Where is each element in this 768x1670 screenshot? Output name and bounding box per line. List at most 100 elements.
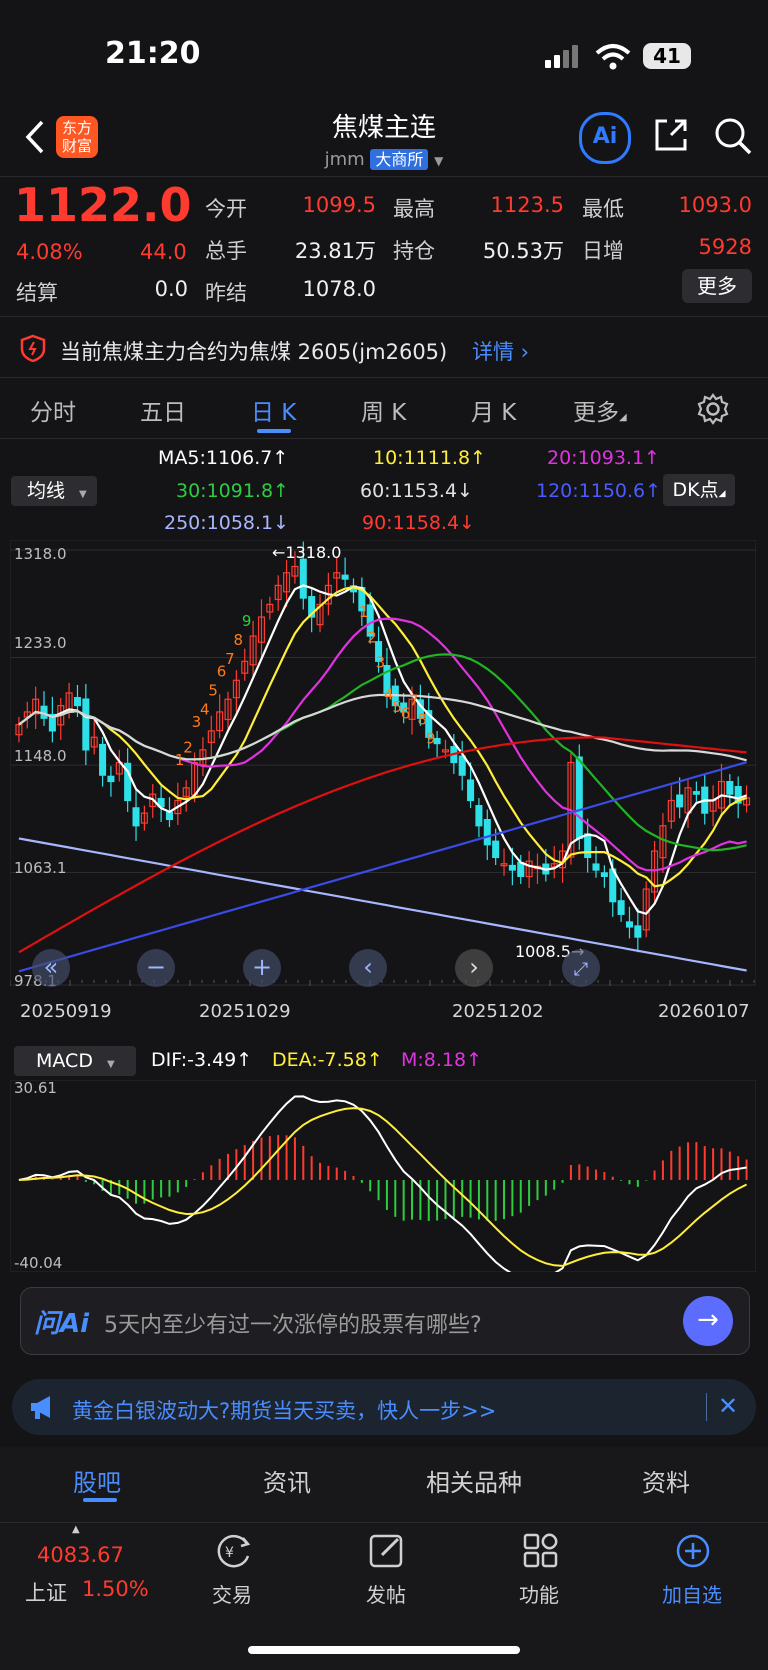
open-label: 今开 bbox=[205, 197, 247, 221]
y-label-4: 1063.1 bbox=[14, 859, 67, 877]
caret-icon: ◢ bbox=[718, 489, 726, 499]
status-bar: 21:20 41 bbox=[0, 0, 768, 100]
candle bbox=[467, 779, 475, 802]
index-percent[interactable]: 1.50% bbox=[82, 1577, 149, 1601]
tab-daily-k[interactable]: 日 K bbox=[251, 393, 296, 427]
ai-button[interactable]: Ai bbox=[579, 112, 631, 164]
ma30-value: 30:1091.8↑ bbox=[176, 480, 289, 502]
macd-top-label: 30.61 bbox=[14, 1079, 57, 1097]
fullscreen-button[interactable]: ⤢ bbox=[562, 949, 600, 987]
index-value[interactable]: 4083.67 bbox=[37, 1543, 124, 1567]
td-down-label: 1 bbox=[359, 603, 369, 621]
candle bbox=[517, 861, 525, 877]
trade-icon[interactable]: ¥ bbox=[213, 1532, 253, 1570]
tab-weekly-k[interactable]: 周 K bbox=[361, 393, 406, 427]
dk-point-button[interactable]: DK点◢ bbox=[663, 474, 735, 506]
nav-trade[interactable]: 交易 bbox=[182, 1579, 282, 1608]
candle bbox=[634, 925, 642, 938]
zoom-in-button[interactable]: + bbox=[243, 949, 281, 987]
macd-frame bbox=[10, 1080, 756, 1272]
max-price-value: 1318.0 bbox=[285, 543, 342, 562]
ma-selector[interactable]: 均线 ▼ bbox=[11, 476, 97, 506]
status-time: 21:20 bbox=[105, 36, 201, 71]
macd-chart[interactable] bbox=[10, 1080, 756, 1272]
td-down-label: 2 bbox=[367, 628, 377, 646]
tab-related[interactable]: 相关品种 bbox=[426, 1463, 522, 1498]
ma-selector-label: 均线 bbox=[27, 480, 66, 502]
candle bbox=[165, 811, 174, 821]
volume-label: 总手 bbox=[205, 239, 247, 263]
tab-more[interactable]: 更多◢ bbox=[573, 393, 627, 427]
tab-monthly-k[interactable]: 月 K bbox=[471, 393, 516, 427]
ma5-value: MA5:1106.7↑ bbox=[158, 447, 289, 469]
caret-down-icon: ▼ bbox=[106, 1059, 115, 1070]
high-value: 1123.5 bbox=[490, 193, 564, 217]
ma250-value: 250:1058.1↓ bbox=[164, 512, 290, 534]
nav-function[interactable]: 功能 bbox=[489, 1579, 589, 1608]
ai-send-button[interactable]: → bbox=[683, 1296, 733, 1346]
zoom-out-button[interactable]: − bbox=[137, 949, 175, 987]
oi-label: 持仓 bbox=[393, 239, 435, 263]
expand-icon: ⤢ bbox=[573, 959, 589, 980]
scroll-left-button[interactable]: ‹ bbox=[349, 949, 387, 987]
contract-code: jmm bbox=[324, 149, 365, 170]
notice-link-label: 详情 bbox=[472, 340, 514, 364]
settle-value: 0.0 bbox=[154, 277, 188, 301]
more-button[interactable]: 更多 bbox=[682, 269, 752, 303]
td-up-label: 8 bbox=[233, 631, 243, 649]
chevron-right-icon: › bbox=[469, 953, 479, 981]
scroll-to-start-button[interactable]: « bbox=[32, 949, 70, 987]
ma90-value: 90:1158.4↓ bbox=[362, 512, 475, 534]
tab-profile[interactable]: 资料 bbox=[642, 1463, 690, 1498]
grid-icon[interactable] bbox=[522, 1532, 560, 1570]
add-circle-icon[interactable] bbox=[674, 1532, 712, 1570]
td-down-label: 7 bbox=[409, 692, 419, 710]
wifi-icon bbox=[595, 44, 631, 70]
macd-dif: DIF:-3.49↑ bbox=[151, 1049, 253, 1071]
signal-icon bbox=[545, 45, 578, 68]
tab-intraday[interactable]: 分时 bbox=[30, 393, 76, 427]
candle bbox=[625, 921, 634, 928]
prev-settle-label: 昨结 bbox=[205, 281, 247, 305]
change-amount: 44.0 bbox=[140, 240, 187, 264]
arrow-right-icon: → bbox=[697, 1305, 719, 1335]
candle bbox=[483, 819, 491, 846]
candle bbox=[299, 558, 307, 599]
nav-add-watchlist[interactable]: 加自选 bbox=[642, 1579, 742, 1608]
tab-more-label: 更多 bbox=[573, 400, 619, 426]
macd-selector[interactable]: MACD ▼ bbox=[14, 1046, 136, 1076]
tab-guba[interactable]: 股吧 bbox=[73, 1463, 121, 1498]
macd-bottom-label: -40.04 bbox=[14, 1254, 63, 1272]
home-indicator bbox=[248, 1646, 520, 1654]
tab-news[interactable]: 资讯 bbox=[263, 1463, 311, 1498]
kline-chart[interactable]: 123456789 123456789 bbox=[10, 540, 756, 995]
caret-down-icon: ▼ bbox=[434, 154, 444, 168]
nav-post[interactable]: 发帖 bbox=[336, 1579, 436, 1608]
candle bbox=[99, 743, 107, 776]
candle bbox=[584, 833, 592, 859]
x-date-1: 20250919 bbox=[20, 1001, 112, 1022]
ai-prompt: 5天内至少有过一次涨停的股票有哪些? bbox=[104, 1313, 482, 1338]
index-name[interactable]: 上证 bbox=[25, 1577, 67, 1607]
caret-icon: ◢ bbox=[619, 412, 627, 423]
macd-m: M:8.18↑ bbox=[401, 1049, 483, 1071]
plus-icon: + bbox=[251, 953, 273, 981]
ma250-line bbox=[18, 837, 747, 972]
caret-down-icon: ▼ bbox=[79, 489, 87, 500]
compose-icon[interactable] bbox=[368, 1532, 406, 1570]
close-icon[interactable]: ✕ bbox=[718, 1392, 738, 1420]
td-up-label: 9 bbox=[242, 612, 252, 630]
candle bbox=[600, 872, 608, 877]
candle bbox=[341, 574, 349, 580]
ma20-value: 20:1093.1↑ bbox=[547, 447, 660, 469]
notice-detail-link[interactable]: 详情 › bbox=[472, 336, 529, 366]
candle bbox=[676, 794, 684, 808]
tab-five-day[interactable]: 五日 bbox=[140, 393, 186, 427]
share-icon[interactable] bbox=[651, 115, 691, 155]
up-triangle-icon: ▲ bbox=[72, 1524, 80, 1535]
td-up-label: 2 bbox=[183, 738, 193, 756]
scroll-right-button[interactable]: › bbox=[455, 949, 493, 987]
settings-gear-icon[interactable] bbox=[697, 393, 729, 425]
search-icon[interactable] bbox=[712, 115, 754, 157]
candle bbox=[726, 781, 734, 795]
